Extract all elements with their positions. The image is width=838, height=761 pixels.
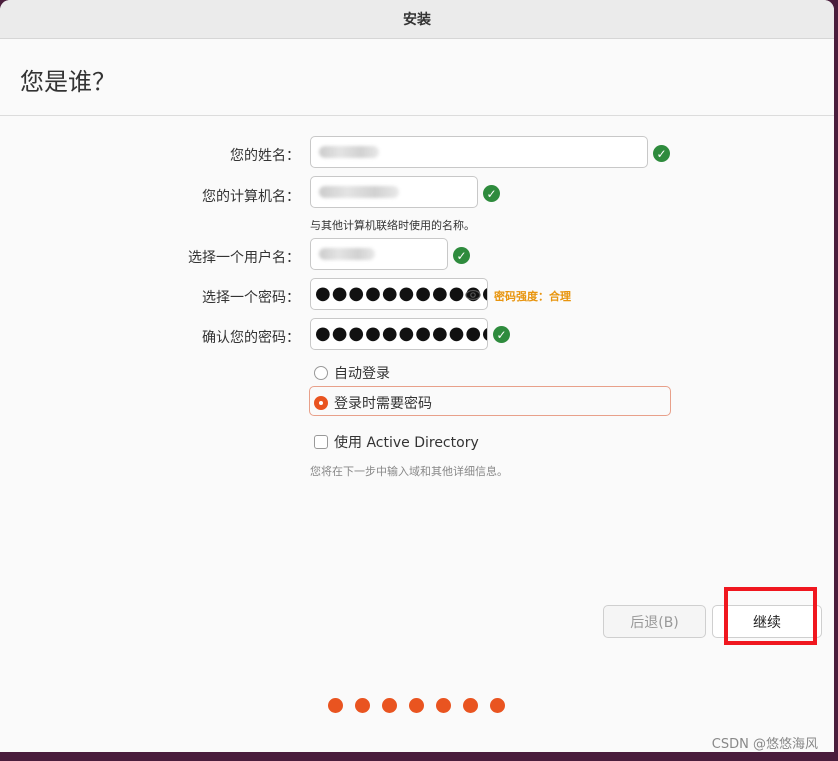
computer-name-valid-icon: ✓ xyxy=(483,185,500,202)
window-title: 安装 xyxy=(0,0,834,39)
username-label: 选择一个用户名： xyxy=(188,250,300,266)
redacted-username xyxy=(319,248,375,260)
computer-name-hint: 与其他计算机联络时使用的名称。 xyxy=(310,219,475,232)
step-progress xyxy=(328,698,505,713)
confirm-password-label: 确认您的密码： xyxy=(202,330,300,346)
require-password-radio[interactable] xyxy=(314,396,328,410)
progress-dot xyxy=(328,698,343,713)
progress-dot xyxy=(436,698,451,713)
back-button[interactable]: 后退(B) xyxy=(603,605,706,638)
name-valid-icon: ✓ xyxy=(653,145,670,162)
active-directory-option[interactable]: 使用 Active Directory xyxy=(314,432,479,452)
progress-dot xyxy=(490,698,505,713)
progress-dot xyxy=(355,698,370,713)
active-directory-label: 使用 Active Directory xyxy=(334,435,479,451)
redacted-computer-name xyxy=(319,186,399,198)
confirm-password-value: ●●●●●●●●●●●●● xyxy=(315,323,487,344)
require-password-option[interactable]: 登录时需要密码 xyxy=(314,393,432,413)
auto-login-radio[interactable] xyxy=(314,366,328,380)
name-field[interactable] xyxy=(310,136,648,168)
header-divider xyxy=(0,115,834,116)
show-password-icon[interactable] xyxy=(465,287,481,303)
active-directory-checkbox[interactable] xyxy=(314,435,328,449)
password-strength: 密码强度：合理 xyxy=(494,290,571,303)
computer-name-field[interactable] xyxy=(310,176,478,208)
auto-login-label: 自动登录 xyxy=(334,366,390,382)
password-field[interactable]: ●●●●●●●●●●●● xyxy=(310,278,488,310)
username-field[interactable] xyxy=(310,238,448,270)
username-valid-icon: ✓ xyxy=(453,247,470,264)
progress-dot xyxy=(409,698,424,713)
active-directory-note: 您将在下一步中输入域和其他详细信息。 xyxy=(310,465,508,478)
password-label: 选择一个密码： xyxy=(202,290,300,306)
auto-login-option[interactable]: 自动登录 xyxy=(314,363,390,383)
computer-name-label: 您的计算机名： xyxy=(202,189,300,205)
page-title: 您是谁？ xyxy=(20,68,116,96)
progress-dot xyxy=(463,698,478,713)
redacted-name xyxy=(319,146,379,158)
confirm-password-field[interactable]: ●●●●●●●●●●●●● xyxy=(310,318,488,350)
name-label: 您的姓名： xyxy=(230,148,300,164)
require-password-label: 登录时需要密码 xyxy=(334,396,432,412)
watermark: CSDN @悠悠海风 xyxy=(711,737,818,752)
confirm-password-valid-icon: ✓ xyxy=(493,326,510,343)
installer-window: 安装 您是谁？ 您的姓名： ✓ 您的计算机名： ✓ 与其他计算机联络时使用的名称… xyxy=(0,0,834,752)
progress-dot xyxy=(382,698,397,713)
highlight-annotation xyxy=(724,587,817,645)
password-value: ●●●●●●●●●●●● xyxy=(315,283,487,304)
